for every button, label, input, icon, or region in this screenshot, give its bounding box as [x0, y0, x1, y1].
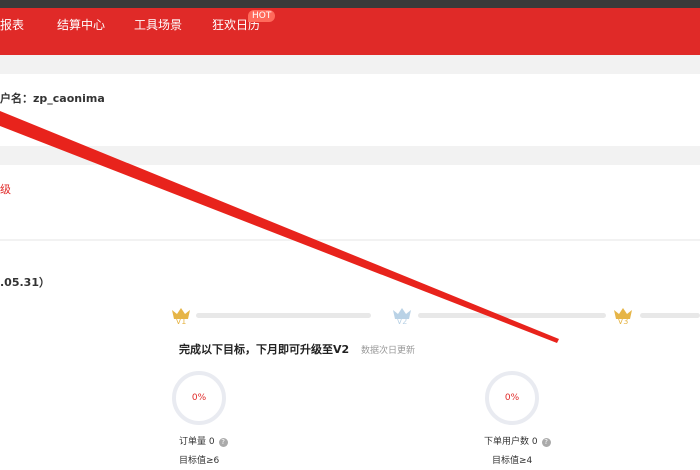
username-label: 户名：zp_caonima [0, 92, 105, 105]
period-text: .05.31） [0, 276, 50, 289]
goal-title: 完成以下目标，下月即可升级至V2 [179, 343, 350, 356]
question-icon[interactable]: ? [218, 438, 228, 447]
progress-ring-orders: 0% [172, 371, 226, 425]
nav-item-tool-scenes[interactable]: 工具场景 [134, 16, 182, 33]
goal-note: 数据次日更新 [361, 346, 416, 356]
metric-target: 目标值≥4 [492, 456, 533, 466]
page: 报表 结算中心 工具场景 狂欢日历 HOT 户名：zp_caonima 级 .0… [0, 0, 700, 470]
ring-percent: 0% [504, 393, 520, 403]
level-label: V3 [617, 317, 629, 326]
metric-label: 订单量 0 [179, 437, 215, 447]
metric-buyers: 下单用户数 0? [484, 434, 551, 447]
level-link-card [0, 165, 700, 239]
level-v2: V2 [392, 305, 412, 326]
nav-item-reports[interactable]: 报表 [0, 16, 24, 33]
question-icon[interactable]: ? [541, 438, 551, 447]
metric-orders: 订单量 0? [179, 434, 228, 447]
level-label: V1 [175, 317, 187, 326]
nav-item-settlement-center[interactable]: 结算中心 [57, 16, 105, 33]
level-v3: V3 [613, 305, 633, 326]
browser-top-strip [0, 0, 700, 8]
level-link[interactable]: 级 [0, 181, 11, 197]
level-progress-bar [196, 313, 371, 318]
upgrade-card [0, 241, 700, 470]
progress-ring-buyers: 0% [485, 371, 539, 425]
level-progress-bar [640, 313, 700, 318]
level-progress-bar [418, 313, 606, 318]
metric-target: 目标值≥6 [179, 456, 220, 466]
level-label: V2 [396, 317, 408, 326]
level-v1: V1 [171, 305, 191, 326]
hot-badge: HOT [248, 10, 276, 22]
account-card [0, 74, 700, 146]
ring-percent: 0% [191, 393, 207, 403]
metric-label: 下单用户数 0 [484, 437, 538, 447]
